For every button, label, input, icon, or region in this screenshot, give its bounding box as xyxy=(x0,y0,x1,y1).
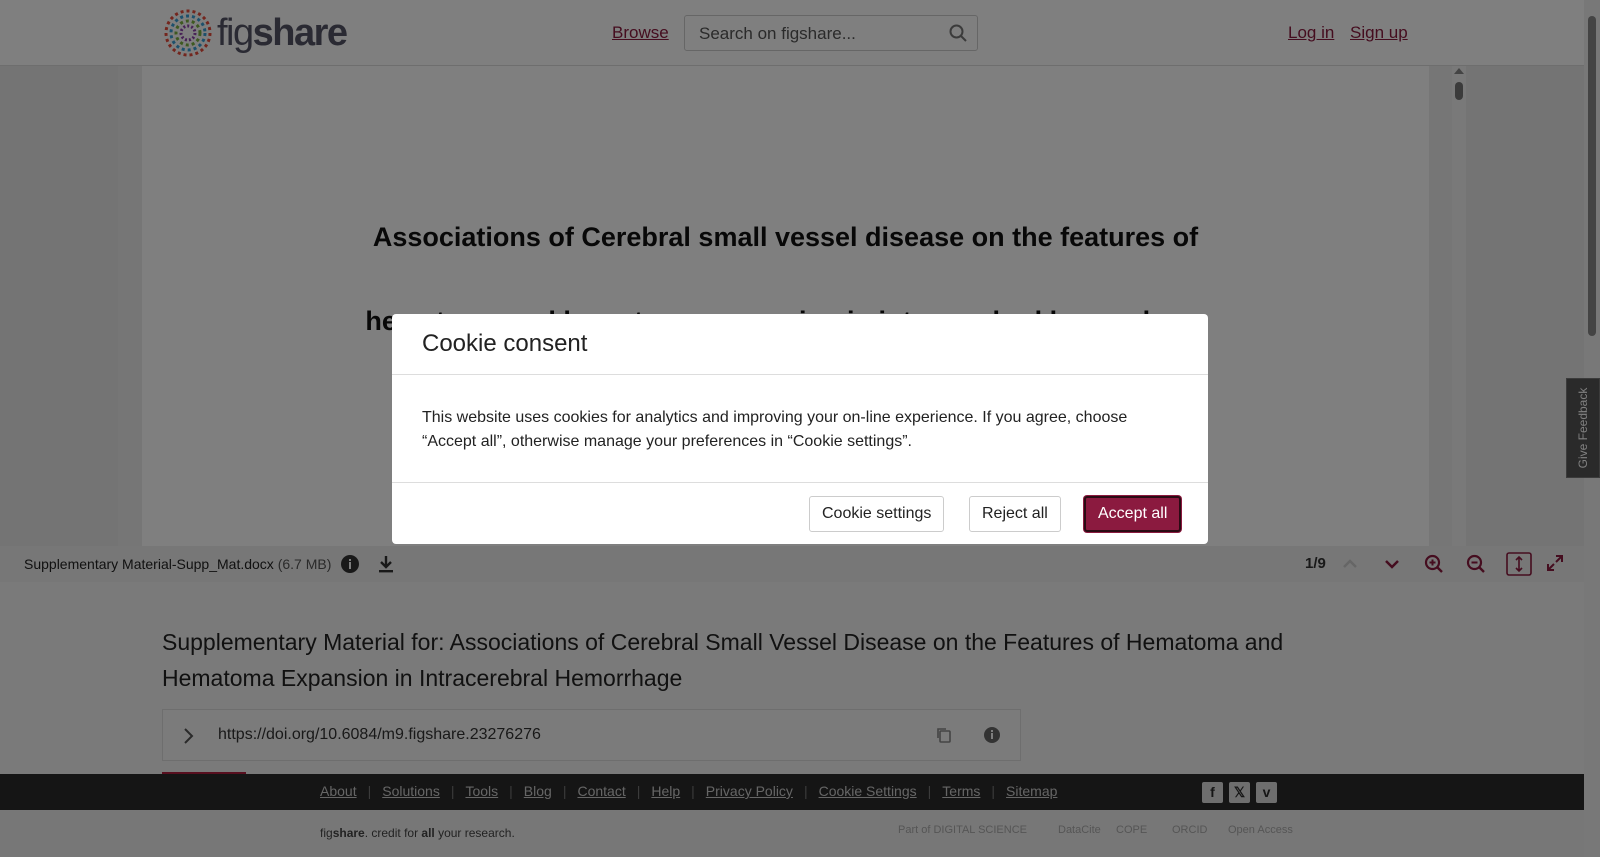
accept-all-button[interactable]: Accept all xyxy=(1084,496,1182,532)
cookie-consent-message: This website uses cookies for analytics … xyxy=(422,409,1128,450)
cookie-consent-title: Cookie consent xyxy=(422,330,588,357)
cookie-settings-button[interactable]: Cookie settings xyxy=(809,496,945,532)
divider xyxy=(392,374,1208,375)
reject-all-button[interactable]: Reject all xyxy=(969,496,1061,532)
cookie-consent-dialog: Cookie consent This website uses cookies… xyxy=(392,314,1208,544)
divider xyxy=(392,482,1208,483)
